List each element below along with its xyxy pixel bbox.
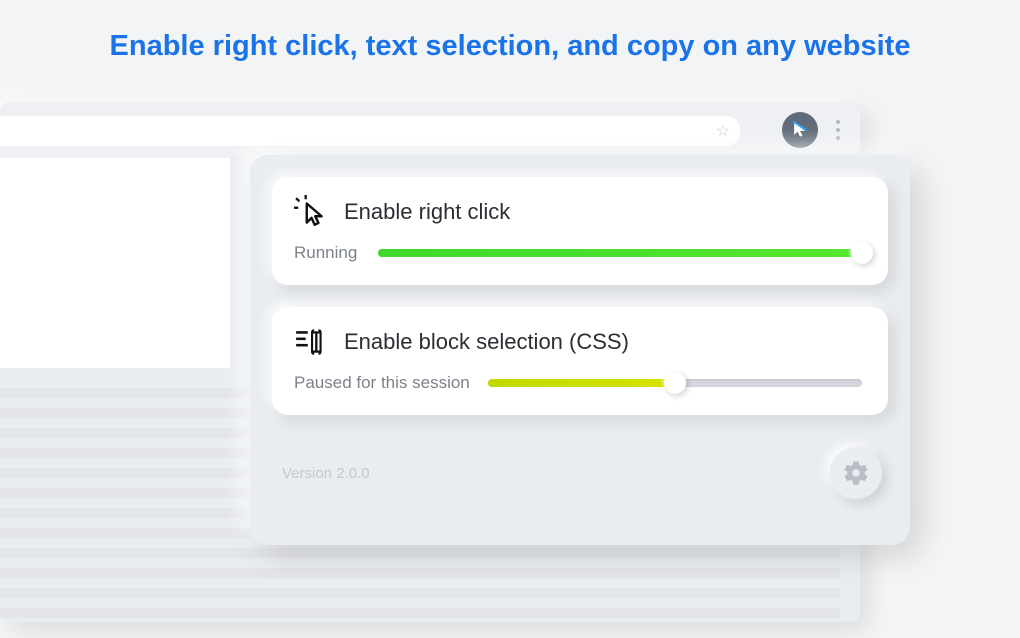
text-cursor-icon [294, 325, 328, 359]
extension-popup: Enable right click Running Enable block … [250, 155, 910, 545]
page-content-placeholder [0, 158, 230, 368]
card-title: Enable right click [344, 199, 510, 225]
status-text: Paused for this session [294, 373, 470, 393]
slider-fill [488, 379, 675, 387]
browser-toolbar: ☆ [0, 102, 860, 158]
extension-icon[interactable] [782, 112, 818, 148]
cursor-click-icon [294, 195, 328, 229]
status-text: Running [294, 243, 360, 263]
slider[interactable] [488, 379, 862, 387]
feature-card-right-click[interactable]: Enable right click Running [272, 177, 888, 285]
gear-icon [842, 459, 870, 487]
settings-button[interactable] [830, 447, 882, 499]
page-headline: Enable right click, text selection, and … [0, 0, 1020, 87]
slider[interactable] [378, 249, 862, 257]
popup-footer: Version 2.0.0 [272, 437, 888, 499]
slider-knob[interactable] [851, 242, 873, 264]
feature-card-block-selection[interactable]: Enable block selection (CSS) Paused for … [272, 307, 888, 415]
slider-knob[interactable] [664, 372, 686, 394]
version-text: Version 2.0.0 [282, 465, 370, 482]
bookmark-star-icon[interactable]: ☆ [716, 121, 730, 141]
kebab-menu-icon[interactable] [830, 114, 846, 146]
address-bar[interactable]: ☆ [0, 116, 740, 146]
card-title: Enable block selection (CSS) [344, 329, 629, 355]
slider-fill [378, 249, 862, 257]
cursor-arrow-icon [790, 120, 810, 140]
